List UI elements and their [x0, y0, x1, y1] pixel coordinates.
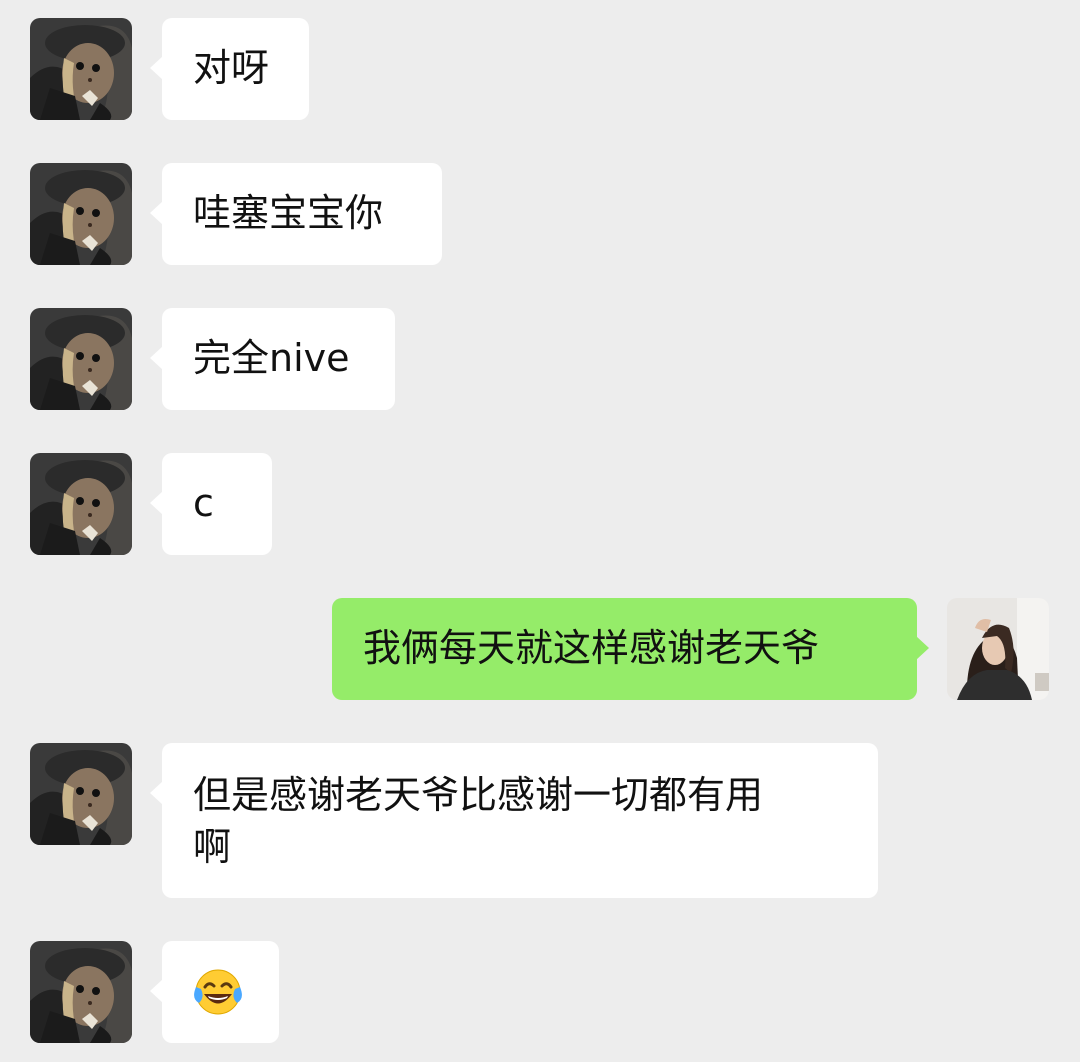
contact-avatar[interactable] [30, 308, 132, 410]
face-with-tears-of-joy-icon [194, 969, 242, 1014]
contact-avatar[interactable] [30, 743, 132, 845]
message-text-line: 啊 [193, 825, 232, 869]
message-text: 对呀 [193, 46, 270, 90]
contact-avatar[interactable] [30, 163, 132, 265]
contact-avatar[interactable] [30, 18, 132, 120]
message-bubble[interactable] [150, 941, 279, 1043]
message-text: 我俩每天就这样感谢老天爷 [363, 626, 820, 670]
contact-avatar[interactable] [30, 453, 132, 555]
message-text: c [193, 481, 214, 525]
bubble-tail [150, 491, 163, 515]
bubble-tail [150, 781, 163, 805]
message-bubble[interactable]: 但是感谢老天爷比感谢一切都有用 啊 [150, 743, 878, 898]
message-bubble[interactable]: 对呀 [150, 18, 309, 120]
message-bubble[interactable]: 哇塞宝宝你 [150, 163, 442, 265]
bubble-tail [150, 979, 163, 1003]
message-text: 哇塞宝宝你 [193, 191, 384, 235]
message-bubble[interactable]: 我俩每天就这样感谢老天爷 [332, 598, 929, 700]
message-bubble[interactable]: c [150, 453, 272, 555]
bubble-tail [150, 346, 163, 370]
contact-avatar[interactable] [30, 941, 132, 1043]
self-avatar[interactable] [947, 598, 1049, 700]
bubble-tail [150, 201, 163, 225]
message-text: 完全nive [193, 336, 350, 380]
message-text-line: 但是感谢老天爷比感谢一切都有用 [193, 773, 764, 817]
message-bubble[interactable]: 完全nive [150, 308, 395, 410]
bubble-tail [916, 636, 929, 660]
bubble-tail [150, 56, 163, 80]
